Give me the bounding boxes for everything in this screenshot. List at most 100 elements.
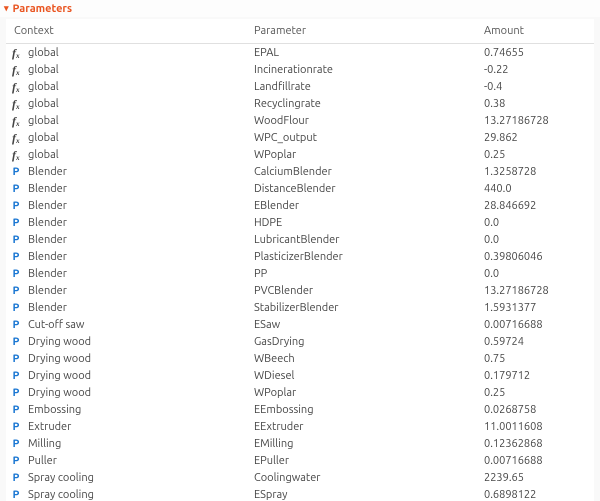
parameter-cell[interactable]: EEmbossing [246,401,476,418]
context-cell[interactable]: fₓglobal [6,44,246,62]
amount-cell[interactable]: 0.75 [476,350,594,367]
parameter-cell[interactable]: CalciumBlender [246,163,476,180]
context-cell[interactable]: PDrying wood [6,333,246,350]
context-cell[interactable]: PBlender [6,282,246,299]
parameter-cell[interactable]: WPoplar [246,384,476,401]
parameter-cell[interactable]: EMilling [246,435,476,452]
context-cell[interactable]: PDrying wood [6,367,246,384]
parameter-cell[interactable]: GasDrying [246,333,476,350]
table-row[interactable]: fₓglobalRecyclingrate0.38 [6,95,594,112]
table-row[interactable]: PBlenderLubricantBlender0.0 [6,231,594,248]
parameter-cell[interactable]: PP [246,265,476,282]
amount-cell[interactable]: 0.25 [476,146,594,163]
table-row[interactable]: PSpray coolingESpray0.6898122 [6,486,594,501]
amount-cell[interactable]: 1.3258728 [476,163,594,180]
table-row[interactable]: fₓglobalWPoplar0.25 [6,146,594,163]
parameter-cell[interactable]: EExtruder [246,418,476,435]
parameter-cell[interactable]: LubricantBlender [246,231,476,248]
col-header-parameter[interactable]: Parameter [246,19,476,44]
context-cell[interactable]: PBlender [6,231,246,248]
table-row[interactable]: PCut-off sawESaw0.00716688 [6,316,594,333]
table-row[interactable]: PEmbossingEEmbossing0.0268758 [6,401,594,418]
context-cell[interactable]: PBlender [6,248,246,265]
amount-cell[interactable]: 0.0268758 [476,401,594,418]
table-row[interactable]: PDrying woodWPoplar0.25 [6,384,594,401]
table-row[interactable]: PExtruderEExtruder11.0011608 [6,418,594,435]
amount-cell[interactable]: 0.25 [476,384,594,401]
parameter-cell[interactable]: Coolingwater [246,469,476,486]
amount-cell[interactable]: 0.00716688 [476,452,594,469]
parameter-cell[interactable]: EPAL [246,44,476,62]
table-row[interactable]: PMillingEMilling0.12362868 [6,435,594,452]
amount-cell[interactable]: 0.179712 [476,367,594,384]
parameter-cell[interactable]: DistanceBlender [246,180,476,197]
table-row[interactable]: fₓglobalWoodFlour13.27186728 [6,112,594,129]
context-cell[interactable]: fₓglobal [6,61,246,78]
parameter-cell[interactable]: WPC_output [246,129,476,146]
parameter-cell[interactable]: PlasticizerBlender [246,248,476,265]
amount-cell[interactable]: 11.0011608 [476,418,594,435]
context-cell[interactable]: PMilling [6,435,246,452]
context-cell[interactable]: PBlender [6,197,246,214]
table-row[interactable]: fₓglobalWPC_output29.862 [6,129,594,146]
amount-cell[interactable]: 28.846692 [476,197,594,214]
amount-cell[interactable]: 0.38 [476,95,594,112]
amount-cell[interactable]: 0.12362868 [476,435,594,452]
parameter-cell[interactable]: ESpray [246,486,476,501]
table-row[interactable]: PBlenderDistanceBlender440.0 [6,180,594,197]
context-cell[interactable]: PExtruder [6,418,246,435]
amount-cell[interactable]: 13.27186728 [476,112,594,129]
parameter-cell[interactable]: EBlender [246,197,476,214]
amount-cell[interactable]: 0.0 [476,231,594,248]
parameter-cell[interactable]: WDiesel [246,367,476,384]
context-cell[interactable]: PSpray cooling [6,469,246,486]
table-row[interactable]: PBlenderCalciumBlender1.3258728 [6,163,594,180]
parameter-cell[interactable]: StabilizerBlender [246,299,476,316]
table-row[interactable]: fₓglobalLandfillrate-0.4 [6,78,594,95]
amount-cell[interactable]: 1.5931377 [476,299,594,316]
panel-header[interactable]: ▾ Parameters [0,0,600,17]
context-cell[interactable]: fₓglobal [6,129,246,146]
amount-cell[interactable]: 440.0 [476,180,594,197]
amount-cell[interactable]: 2239.65 [476,469,594,486]
parameter-cell[interactable]: Incinerationrate [246,61,476,78]
context-cell[interactable]: PBlender [6,265,246,282]
parameter-cell[interactable]: WBeech [246,350,476,367]
context-cell[interactable]: fₓglobal [6,112,246,129]
table-row[interactable]: PBlenderStabilizerBlender1.5931377 [6,299,594,316]
amount-cell[interactable]: 29.862 [476,129,594,146]
table-row[interactable]: PBlenderPlasticizerBlender0.39806046 [6,248,594,265]
table-row[interactable]: PPullerEPuller0.00716688 [6,452,594,469]
context-cell[interactable]: PBlender [6,299,246,316]
parameter-cell[interactable]: Recyclingrate [246,95,476,112]
table-row[interactable]: PBlenderHDPE0.0 [6,214,594,231]
col-header-amount[interactable]: Amount [476,19,594,44]
parameter-cell[interactable]: WPoplar [246,146,476,163]
col-header-context[interactable]: Context [6,19,246,44]
amount-cell[interactable]: 0.00716688 [476,316,594,333]
amount-cell[interactable]: 0.74655 [476,44,594,62]
table-row[interactable]: PBlenderEBlender28.846692 [6,197,594,214]
table-row[interactable]: PBlenderPP0.0 [6,265,594,282]
amount-cell[interactable]: -0.4 [476,78,594,95]
table-row[interactable]: fₓglobalIncinerationrate-0.22 [6,61,594,78]
table-row[interactable]: PDrying woodWBeech0.75 [6,350,594,367]
context-cell[interactable]: fₓglobal [6,95,246,112]
table-row[interactable]: PBlenderPVCBlender13.27186728 [6,282,594,299]
parameter-cell[interactable]: Landfillrate [246,78,476,95]
amount-cell[interactable]: 0.0 [476,265,594,282]
table-row[interactable]: PDrying woodWDiesel0.179712 [6,367,594,384]
table-row[interactable]: PDrying woodGasDrying0.59724 [6,333,594,350]
table-row[interactable]: PSpray coolingCoolingwater2239.65 [6,469,594,486]
context-cell[interactable]: PEmbossing [6,401,246,418]
table-row[interactable]: fₓglobalEPAL0.74655 [6,44,594,62]
amount-cell[interactable]: 0.59724 [476,333,594,350]
amount-cell[interactable]: 0.39806046 [476,248,594,265]
context-cell[interactable]: fₓglobal [6,78,246,95]
parameter-cell[interactable]: ESaw [246,316,476,333]
parameter-cell[interactable]: PVCBlender [246,282,476,299]
context-cell[interactable]: PBlender [6,163,246,180]
parameter-cell[interactable]: WoodFlour [246,112,476,129]
collapse-toggle-icon[interactable]: ▾ [4,4,9,13]
amount-cell[interactable]: 13.27186728 [476,282,594,299]
